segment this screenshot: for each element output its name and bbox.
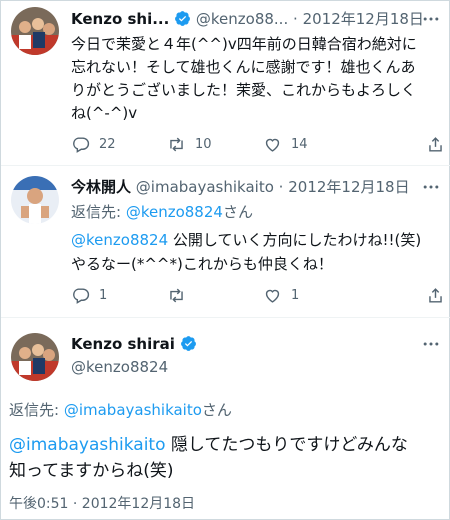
tweet-text-line: ね(^-^)v xyxy=(71,104,138,122)
avatar[interactable] xyxy=(11,7,59,55)
separator: · xyxy=(278,178,284,196)
share-button[interactable] xyxy=(426,132,445,156)
tweet-text: @kenzo8824 公開していく方向にしたわけね!!(笑) やるなー(*^^*… xyxy=(71,228,443,276)
tweet-text-line: 公開していく方向にしたわけね!!(笑) xyxy=(168,231,422,249)
like-icon xyxy=(265,138,280,152)
tweet-text: 今日で茉愛と４年(^^)v四年前の日韓合宿わ絶対に 忘れない！そして雄也くんに感… xyxy=(71,33,443,125)
verified-badge-icon xyxy=(180,336,196,351)
like-icon xyxy=(265,289,280,303)
more-icon[interactable] xyxy=(421,334,441,354)
replying-prefix: 返信先: xyxy=(71,203,126,221)
share-icon xyxy=(429,136,442,152)
handle[interactable]: @imabayashikaito xyxy=(136,178,274,196)
author-name-row: Kenzo shirai xyxy=(71,334,197,354)
display-name[interactable]: 今林開人 xyxy=(71,178,131,196)
tweet-text-line: 忘れない！そして雄也くんに感謝です！雄也くんあ xyxy=(71,58,416,76)
mention-link[interactable]: @imabayashikaito xyxy=(9,435,166,455)
reply-count: 1 xyxy=(99,287,108,303)
replying-prefix: 返信先: xyxy=(9,401,64,419)
tweet-header: 今林開人 @imabayashikaito · 2012年12月18日 xyxy=(71,177,410,197)
tweet-3-focused[interactable]: Kenzo shirai @kenzo8824 返信先: @imabayashi… xyxy=(1,318,450,520)
replying-to: 返信先: @kenzo8824さん xyxy=(71,202,253,222)
avatar[interactable] xyxy=(11,176,59,224)
tweet-text-line: りがとうございました！茉愛、これからもよろしく xyxy=(71,81,417,99)
share-icon xyxy=(429,287,442,303)
replying-suffix: さん xyxy=(201,401,232,419)
handle[interactable]: @kenzo88... xyxy=(196,10,288,28)
action-bar: 1 1 xyxy=(1,283,450,307)
like-button[interactable]: 14 xyxy=(263,132,308,156)
retweet-icon xyxy=(170,137,183,151)
tweet-date[interactable]: 2012年12月18日 xyxy=(288,178,409,196)
like-button[interactable]: 1 xyxy=(263,283,299,307)
reply-icon xyxy=(73,136,90,153)
retweet-button[interactable]: 10 xyxy=(167,132,212,156)
like-count: 1 xyxy=(291,287,300,303)
share-button[interactable] xyxy=(426,283,445,307)
tweet-thread: Kenzo shi... @kenzo88... · 2012年12月18日 今… xyxy=(0,0,450,520)
tweet-header: Kenzo shi... @kenzo88... · 2012年12月18日 xyxy=(71,9,424,29)
display-name[interactable]: Kenzo shirai xyxy=(71,335,175,353)
tweet-date[interactable]: 2012年12月18日 xyxy=(303,10,424,28)
verified-badge-icon xyxy=(175,11,191,26)
display-name[interactable]: Kenzo shi... xyxy=(71,10,169,28)
retweet-icon xyxy=(170,288,183,302)
replying-suffix: さん xyxy=(222,203,253,221)
action-bar: 22 10 14 xyxy=(1,132,450,156)
tweet-text: @imabayashikaito 隠してたつもりですけどみんな 知ってますからね… xyxy=(9,432,445,484)
retweet-count: 10 xyxy=(195,136,212,152)
timestamp[interactable]: 午後0:51 · 2012年12月18日 xyxy=(9,494,195,514)
separator: · xyxy=(293,10,298,28)
reply-button[interactable]: 22 xyxy=(71,132,116,156)
replying-handle-link[interactable]: @imabayashikaito xyxy=(64,401,202,419)
more-icon[interactable] xyxy=(421,177,441,197)
tweet-1[interactable]: Kenzo shi... @kenzo88... · 2012年12月18日 今… xyxy=(1,1,450,166)
tweet-text-line: 今日で茉愛と４年(^^)v四年前の日韓合宿わ絶対に xyxy=(71,35,417,53)
replying-to: 返信先: @imabayashikaitoさん xyxy=(9,400,232,420)
reply-icon xyxy=(73,287,90,304)
retweet-button[interactable] xyxy=(167,283,195,307)
mention-link[interactable]: @kenzo8824 xyxy=(71,231,168,249)
tweet-2[interactable]: 今林開人 @imabayashikaito · 2012年12月18日 返信先:… xyxy=(1,166,450,318)
tweet-text-line: 知ってますからね(笑) xyxy=(9,461,174,481)
reply-count: 22 xyxy=(99,136,116,152)
avatar[interactable] xyxy=(11,333,59,381)
handle[interactable]: @kenzo8824 xyxy=(71,357,168,377)
more-icon[interactable] xyxy=(421,9,441,29)
tweet-text-line: 隠してたつもりですけどみんな xyxy=(165,435,408,455)
reply-button[interactable]: 1 xyxy=(71,283,107,307)
like-count: 14 xyxy=(291,136,308,152)
tweet-text-line: やるなー(*^^*)これからも仲良くね！ xyxy=(71,255,333,273)
replying-handle-link[interactable]: @kenzo8824 xyxy=(126,203,223,221)
